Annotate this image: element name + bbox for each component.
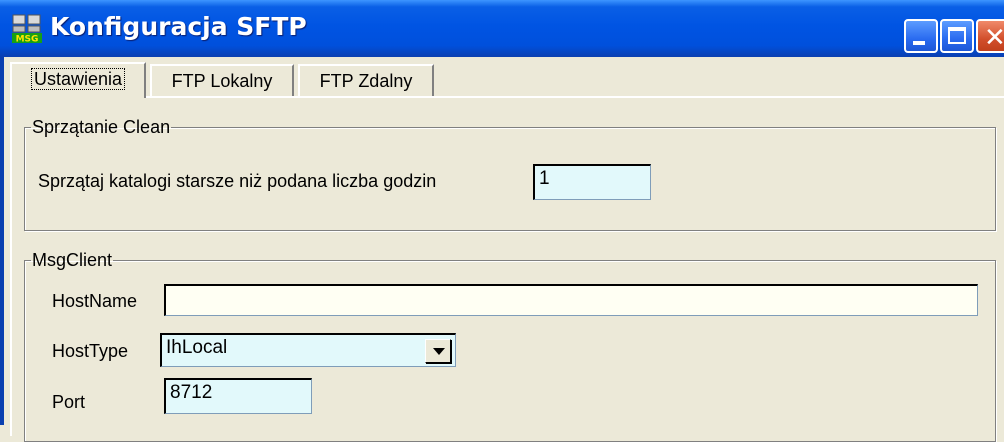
svg-text:MSG: MSG: [16, 35, 39, 45]
chevron-down-icon[interactable]: [425, 339, 451, 363]
hours-label: Sprzątaj katalogi starsze niż podana lic…: [38, 171, 437, 191]
hosttype-label: HostType: [52, 341, 129, 361]
hours-input[interactable]: 1: [533, 164, 651, 200]
hosttype-select[interactable]: IhLocal: [160, 333, 456, 367]
port-label: Port: [52, 392, 86, 412]
hostname-input[interactable]: [164, 284, 978, 316]
hostname-label: HostName: [52, 291, 138, 311]
maximize-button[interactable]: [940, 19, 974, 53]
window-title: Konfiguracja SFTP: [50, 12, 307, 41]
tab-label: FTP Zdalny: [319, 71, 413, 91]
msg-app-icon: MSG: [12, 14, 42, 44]
clean-group-legend: Sprzątanie Clean: [32, 117, 171, 137]
title-bar[interactable]: MSG Konfiguracja SFTP: [0, 0, 1004, 57]
tab-label: FTP Lokalny: [171, 71, 273, 91]
msgclient-group-legend: MsgClient: [32, 250, 113, 270]
hosttype-selected-value: IhLocal: [166, 337, 228, 358]
tab-ftp-zdalny[interactable]: FTP Zdalny: [298, 64, 434, 96]
port-input[interactable]: 8712: [164, 378, 312, 414]
minimize-button[interactable]: [904, 19, 938, 53]
close-button[interactable]: [976, 19, 1004, 53]
tab-label: Ustawienia: [30, 68, 126, 90]
tab-ustawienia[interactable]: Ustawienia: [10, 62, 146, 98]
tab-ftp-lokalny[interactable]: FTP Lokalny: [150, 64, 294, 96]
window-border: [0, 57, 4, 425]
